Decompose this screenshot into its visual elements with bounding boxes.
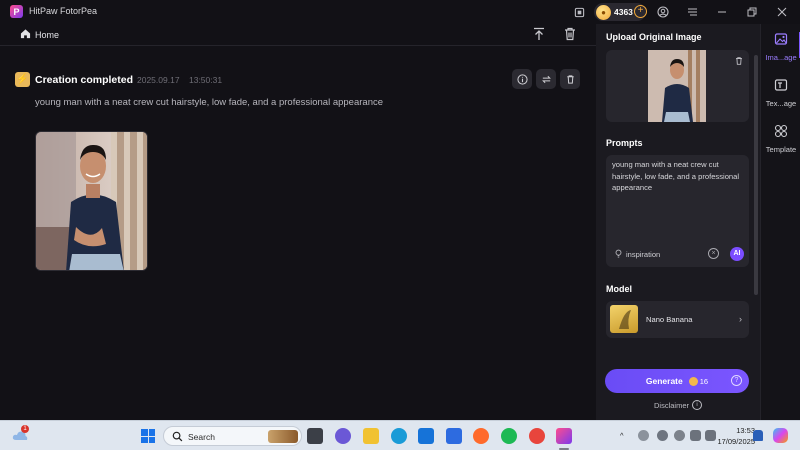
coin-icon	[688, 376, 698, 386]
teams-icon[interactable]	[335, 428, 351, 444]
template-icon	[774, 124, 788, 138]
tray-app-icon[interactable]	[638, 430, 649, 441]
upload-dropzone[interactable]	[606, 50, 749, 122]
app-logo-icon: P	[10, 5, 23, 18]
bolt-icon: ⚡	[15, 72, 30, 87]
restore-icon[interactable]	[744, 4, 760, 20]
rail-label: Template	[765, 145, 797, 154]
rail-item-text-to-image[interactable]: Tex...age	[761, 74, 800, 108]
app-title: HitPaw FotorPea	[29, 6, 98, 16]
account-icon[interactable]	[655, 4, 671, 20]
chrome-icon[interactable]	[529, 428, 545, 444]
network-icon[interactable]	[657, 430, 668, 441]
text-image-icon	[774, 79, 788, 91]
trash-icon	[566, 74, 574, 84]
delete-all-icon[interactable]	[562, 26, 578, 42]
coin-icon: ●	[596, 4, 611, 20]
rail-item-template[interactable]: Template	[761, 120, 800, 154]
side-rail: Ima...age Tex...age Template	[760, 24, 800, 420]
close-icon[interactable]	[774, 4, 790, 20]
result-image[interactable]	[35, 131, 148, 271]
task-view-icon[interactable]	[307, 428, 323, 444]
prompt-textarea[interactable]: young man with a neat crew cut hairstyle…	[606, 155, 749, 267]
model-selector[interactable]: Nano Banana ›	[606, 301, 749, 338]
lightbulb-icon	[615, 249, 622, 258]
settings-tray-icon[interactable]	[674, 430, 685, 441]
wifi-icon[interactable]	[690, 430, 701, 441]
generate-cost: 16	[699, 376, 709, 386]
add-coins-button[interactable]: +	[634, 5, 647, 18]
image-icon	[774, 33, 788, 45]
generate-label: Generate	[645, 376, 683, 386]
settings-panel: Upload Original Image Prompts young man …	[596, 24, 760, 420]
minimize-icon[interactable]	[714, 4, 730, 20]
nav-bar: Home	[0, 24, 596, 46]
creation-timestamp: 2025.09.17 13:50:31	[137, 75, 223, 85]
remote-desktop-icon[interactable]	[418, 428, 434, 444]
help-icon[interactable]: ?	[731, 375, 742, 386]
model-thumbnail	[610, 305, 638, 333]
remove-image-icon[interactable]	[734, 56, 744, 66]
uploaded-image	[648, 50, 706, 122]
generate-button[interactable]: Generate 16 ?	[605, 369, 749, 393]
rail-label: Tex...age	[765, 99, 797, 108]
store-icon[interactable]	[446, 428, 462, 444]
clock-date[interactable]: 17/09/2025	[709, 437, 755, 446]
result-prompt: young man with a neat crew cut hairstyle…	[35, 97, 384, 108]
result-header: ⚡ Creation completed 2025.09.17 13:50:31	[15, 69, 585, 89]
delete-result-button[interactable]	[560, 69, 580, 89]
info-icon[interactable]: i	[692, 400, 702, 410]
ai-enhance-button[interactable]: AI	[730, 247, 744, 261]
prompt-text[interactable]: young man with a neat crew cut hairstyle…	[612, 159, 742, 194]
inspiration-button[interactable]: inspiration	[626, 250, 660, 259]
clear-prompt-icon[interactable]: ×	[708, 248, 719, 259]
info-icon	[516, 73, 528, 85]
search-icon	[172, 431, 183, 442]
file-explorer-icon[interactable]	[363, 428, 379, 444]
home-icon[interactable]	[20, 28, 31, 39]
menu-icon[interactable]	[684, 4, 700, 20]
notification-badge: 1	[21, 425, 29, 433]
search-placeholder: Search	[188, 432, 215, 442]
export-icon[interactable]	[531, 26, 547, 42]
notification-bell-icon[interactable]	[753, 430, 763, 441]
title-bar: P HitPaw FotorPea ● 4363 +	[0, 0, 800, 24]
app-window: P HitPaw FotorPea ● 4363 + Home ⚡ Creati…	[0, 0, 800, 420]
rail-label: Ima...age	[765, 53, 797, 62]
chevron-right-icon: ›	[739, 314, 742, 324]
refresh-icon	[541, 75, 551, 83]
upload-title: Upload Original Image	[606, 32, 702, 42]
disclaimer-link[interactable]: Disclaimer	[654, 401, 689, 410]
copilot-icon[interactable]	[773, 428, 788, 443]
firefox-icon[interactable]	[473, 428, 489, 444]
clock-time[interactable]: 13:53	[727, 426, 755, 435]
taskbar-search[interactable]: Search	[163, 426, 302, 446]
search-highlight-image	[268, 430, 298, 443]
tray-chevron-icon[interactable]: ^	[620, 431, 624, 440]
spotify-icon[interactable]	[501, 428, 517, 444]
panel-scrollbar[interactable]	[754, 55, 758, 295]
prompts-title: Prompts	[606, 138, 643, 148]
taskbar: 1 Search ^ 13:53 17/09/2025	[0, 420, 800, 450]
edge-icon[interactable]	[391, 428, 407, 444]
rail-item-image-to-image[interactable]: Ima...age	[761, 28, 800, 62]
coin-count: 4363	[614, 7, 633, 17]
model-name: Nano Banana	[646, 315, 693, 324]
screenshot-icon[interactable]	[571, 4, 587, 20]
model-title: Model	[606, 284, 632, 294]
home-link[interactable]: Home	[35, 30, 59, 40]
hitpaw-taskbar-icon[interactable]	[556, 428, 572, 444]
start-icon[interactable]	[141, 429, 155, 443]
creation-status: Creation completed	[35, 74, 134, 86]
regenerate-button[interactable]	[536, 69, 556, 89]
info-button[interactable]	[512, 69, 532, 89]
